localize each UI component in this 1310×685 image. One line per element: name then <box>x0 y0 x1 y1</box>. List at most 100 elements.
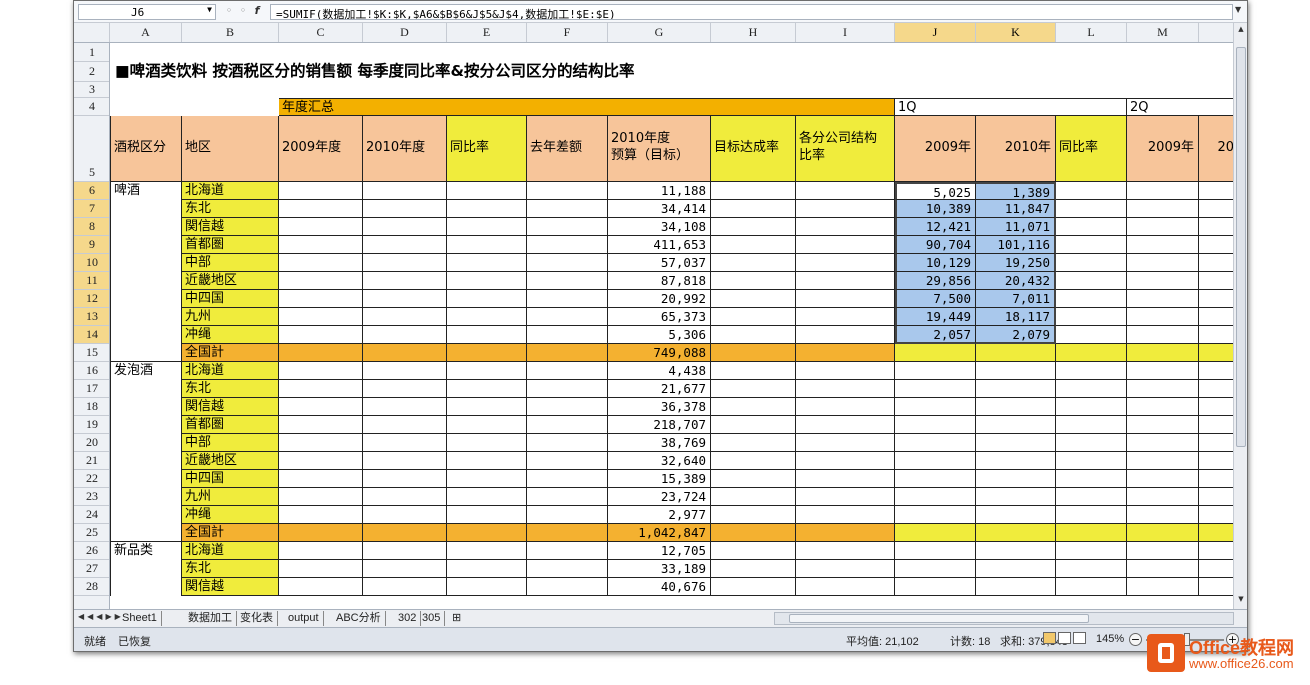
data-cell[interactable] <box>527 434 608 452</box>
data-cell[interactable] <box>447 560 527 578</box>
data-cell[interactable] <box>279 416 363 434</box>
data-cell[interactable] <box>527 326 608 344</box>
data-cell[interactable] <box>279 308 363 326</box>
data-cell[interactable] <box>1199 488 1234 506</box>
data-cell[interactable] <box>1127 326 1199 344</box>
data-cell[interactable] <box>527 200 608 218</box>
data-cell[interactable] <box>279 398 363 416</box>
budget-value[interactable]: 12,705 <box>608 542 711 560</box>
q1-2009-value[interactable]: 10,129 <box>895 254 976 272</box>
page-layout-icon[interactable] <box>1058 632 1071 644</box>
data-cell[interactable] <box>796 236 895 254</box>
category-cell[interactable] <box>110 236 182 254</box>
q1-2009-value[interactable]: 29,856 <box>895 272 976 290</box>
data-cell[interactable] <box>895 362 976 380</box>
category-cell[interactable] <box>110 218 182 236</box>
column-header[interactable]: K <box>976 23 1056 42</box>
data-cell[interactable] <box>711 218 796 236</box>
data-cell[interactable] <box>796 560 895 578</box>
data-cell[interactable] <box>527 290 608 308</box>
data-cell[interactable] <box>1199 398 1234 416</box>
budget-value[interactable]: 20,992 <box>608 290 711 308</box>
column-header[interactable]: B <box>182 23 279 42</box>
data-cell[interactable] <box>447 326 527 344</box>
region-label[interactable]: 冲绳 <box>182 506 279 524</box>
data-cell[interactable] <box>1127 542 1199 560</box>
data-cell[interactable] <box>976 470 1056 488</box>
region-label[interactable]: 北海道 <box>182 182 279 200</box>
data-cell[interactable] <box>279 344 363 362</box>
data-cell[interactable] <box>796 416 895 434</box>
column-header[interactable]: H <box>711 23 796 42</box>
data-cell[interactable] <box>1056 578 1127 596</box>
region-label[interactable]: 中四国 <box>182 470 279 488</box>
data-cell[interactable] <box>1056 488 1127 506</box>
budget-value[interactable]: 36,378 <box>608 398 711 416</box>
zoom-level[interactable]: 145% <box>1096 633 1124 645</box>
data-cell[interactable] <box>1056 362 1127 380</box>
normal-view-icon[interactable] <box>1043 632 1056 644</box>
q1-2009-value[interactable]: 2,057 <box>895 326 976 344</box>
data-cell[interactable] <box>1127 218 1199 236</box>
data-cell[interactable] <box>711 290 796 308</box>
row-header[interactable]: 26 <box>74 542 109 560</box>
column-header[interactable]: C <box>279 23 363 42</box>
data-cell[interactable] <box>1127 236 1199 254</box>
budget-value[interactable]: 87,818 <box>608 272 711 290</box>
data-cell[interactable] <box>279 488 363 506</box>
column-title[interactable]: 2009年度 <box>279 116 363 182</box>
region-label[interactable]: 中部 <box>182 254 279 272</box>
data-cell[interactable] <box>1199 218 1234 236</box>
data-cell[interactable] <box>976 452 1056 470</box>
formula-input[interactable]: =SUMIF(数据加工!$K:$K,$A6&$B$6&J$5&J$4,数据加工!… <box>270 4 1233 20</box>
data-cell[interactable] <box>1127 200 1199 218</box>
data-cell[interactable] <box>1199 254 1234 272</box>
data-cell[interactable] <box>447 470 527 488</box>
data-cell[interactable] <box>1127 434 1199 452</box>
q1-2010-value[interactable]: 20,432 <box>976 272 1056 290</box>
row-header[interactable]: 28 <box>74 578 109 596</box>
vertical-scrollbar[interactable]: ▲ ▼ <box>1233 23 1247 609</box>
data-cell[interactable] <box>895 470 976 488</box>
data-cell[interactable] <box>796 290 895 308</box>
data-cell[interactable] <box>1199 290 1234 308</box>
region-label[interactable]: 近畿地区 <box>182 272 279 290</box>
data-cell[interactable] <box>527 506 608 524</box>
region-label[interactable]: 冲绳 <box>182 326 279 344</box>
data-cell[interactable] <box>363 542 447 560</box>
region-label[interactable]: 北海道 <box>182 362 279 380</box>
row-header[interactable]: 5 <box>74 116 109 182</box>
data-cell[interactable] <box>527 272 608 290</box>
q1-2010-value[interactable]: 1,389 <box>976 182 1056 200</box>
data-cell[interactable] <box>711 236 796 254</box>
budget-value[interactable]: 40,676 <box>608 578 711 596</box>
row-header[interactable]: 24 <box>74 506 109 524</box>
budget-value[interactable]: 5,306 <box>608 326 711 344</box>
budget-value[interactable]: 218,707 <box>608 416 711 434</box>
row-header[interactable]: 3 <box>74 82 109 98</box>
data-cell[interactable] <box>1199 182 1234 200</box>
category-cell[interactable] <box>110 398 182 416</box>
enter-icon[interactable]: ◦ <box>236 4 250 17</box>
row-header[interactable]: 14 <box>74 326 109 344</box>
data-cell[interactable] <box>527 380 608 398</box>
budget-value[interactable]: 34,414 <box>608 200 711 218</box>
data-cell[interactable] <box>711 452 796 470</box>
scroll-down-icon[interactable]: ▼ <box>1234 595 1248 607</box>
data-cell[interactable] <box>527 308 608 326</box>
budget-value[interactable]: 33,189 <box>608 560 711 578</box>
budget-value[interactable]: 32,640 <box>608 452 711 470</box>
q1-2009-value[interactable]: 19,449 <box>895 308 976 326</box>
region-label[interactable]: 东北 <box>182 380 279 398</box>
data-cell[interactable] <box>447 524 527 542</box>
category-cell[interactable] <box>110 452 182 470</box>
row-header[interactable]: 11 <box>74 272 109 290</box>
q1-2009-value[interactable]: 5,025 <box>895 182 976 200</box>
row-header[interactable]: 15 <box>74 344 109 362</box>
data-cell[interactable] <box>527 398 608 416</box>
data-cell[interactable] <box>711 200 796 218</box>
data-cell[interactable] <box>1127 488 1199 506</box>
data-cell[interactable] <box>363 488 447 506</box>
data-cell[interactable] <box>711 254 796 272</box>
region-label[interactable]: 北海道 <box>182 542 279 560</box>
